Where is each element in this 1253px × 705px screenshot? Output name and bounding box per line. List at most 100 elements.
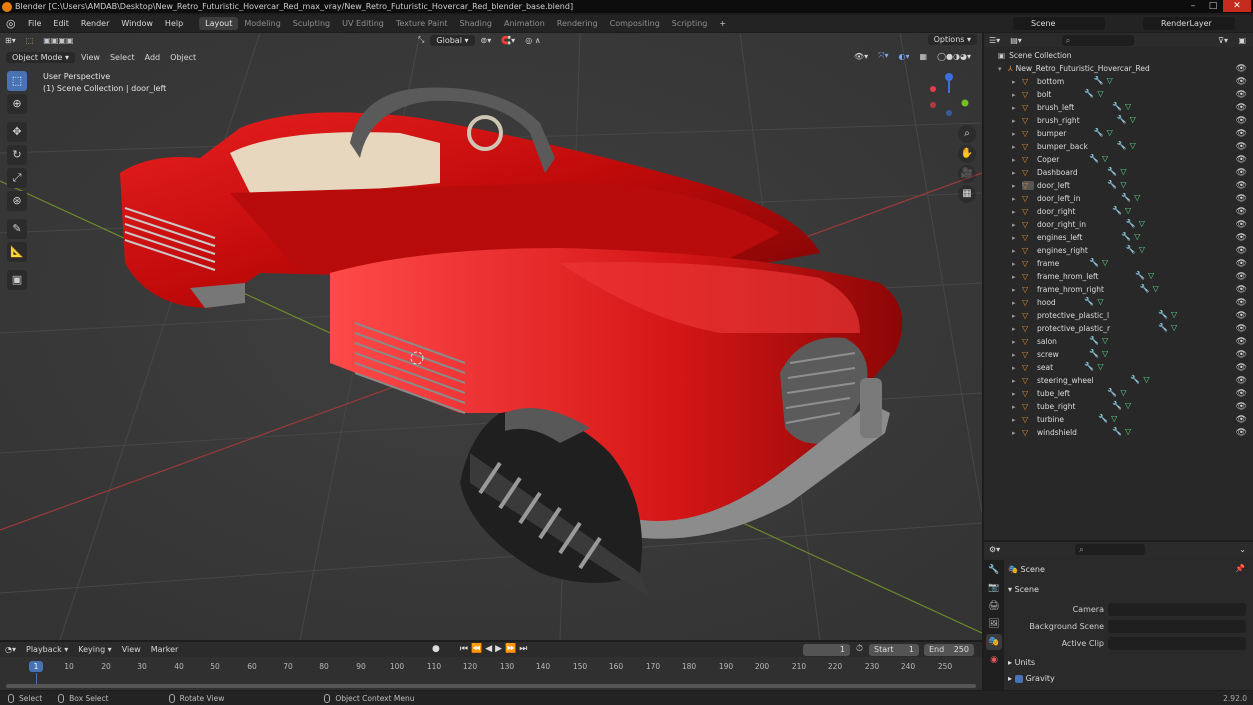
menu-playback[interactable]: Playback ▾	[21, 644, 73, 655]
tab-modeling[interactable]: Modeling	[238, 17, 286, 30]
start-frame-field[interactable]: Start 1	[869, 644, 919, 656]
end-frame-field[interactable]: End 250	[924, 644, 974, 656]
outliner-item-seat[interactable]: ▸ ▽ seat 🔧 ▽ 👁	[1012, 361, 1253, 374]
outliner-item-tube-right[interactable]: ▸ ▽ tube_right 🔧 ▽ 👁	[1012, 400, 1253, 413]
annotate-tool-icon[interactable]: ✎	[7, 219, 27, 239]
outliner-item-windshield[interactable]: ▸ ▽ windshield 🔧 ▽ 👁	[1012, 426, 1253, 439]
properties-search-input[interactable]: ⌕	[1075, 544, 1146, 555]
collection-row[interactable]: ▾ ⅄ New_Retro_Futuristic_Hovercar_Red 👁	[998, 62, 1253, 75]
visibility-eye-icon[interactable]: 👁	[1236, 103, 1247, 113]
next-keyframe-icon[interactable]: ⏩	[505, 644, 516, 654]
menu-view[interactable]: View	[76, 52, 105, 63]
visibility-eye-icon[interactable]: 👁	[1236, 220, 1247, 230]
properties-options-icon[interactable]: ⌄	[1234, 544, 1251, 555]
gravity-checkbox[interactable]	[1014, 674, 1023, 683]
pivot-point-icon[interactable]: ⊚▾	[476, 35, 497, 46]
zoom-icon[interactable]: ⌕	[958, 125, 976, 143]
mode-dropdown[interactable]: Object Mode ▾	[6, 51, 75, 63]
cursor-tool-icon[interactable]: ⊕	[7, 94, 27, 114]
scene-tab-icon[interactable]: 🎭	[986, 634, 1002, 650]
tab-texture-paint[interactable]: Texture Paint	[390, 17, 454, 30]
prev-keyframe-icon[interactable]: ⏪	[471, 644, 482, 654]
move-tool-icon[interactable]: ✥	[7, 122, 27, 142]
tab-shading[interactable]: Shading	[453, 17, 498, 30]
editor-type-icon[interactable]: ⊞▾	[0, 35, 21, 46]
menu-select[interactable]: Select	[105, 52, 140, 63]
scene-selector[interactable]: Scene	[1013, 17, 1105, 30]
pin-icon[interactable]: 📌	[1235, 564, 1245, 573]
jump-end-icon[interactable]: ⏭	[519, 644, 527, 654]
visibility-eye-icon[interactable]: 👁	[1236, 181, 1247, 191]
rotate-tool-icon[interactable]: ↻	[7, 145, 27, 165]
close-button[interactable]: ✕	[1223, 0, 1251, 12]
visibility-eye-icon[interactable]: 👁	[1236, 155, 1247, 165]
visibility-icon[interactable]: 👁▾	[849, 51, 873, 62]
properties-editor-type-icon[interactable]: ⚙▾	[984, 544, 1005, 555]
visibility-eye-icon[interactable]: 👁	[1236, 246, 1247, 256]
outliner-search-input[interactable]: ⌕	[1061, 34, 1134, 46]
outliner-item-turbine[interactable]: ▸ ▽ turbine 🔧 ▽ 👁	[1012, 413, 1253, 426]
3d-viewport[interactable]: ⊞▾ ⬚ ▣▣▣▣ ⤡ Global ▾ ⊚▾ 🧲▾ ◎ ∧ Options ▾…	[0, 33, 982, 640]
transform-tool-icon[interactable]: ⊛	[7, 191, 27, 211]
visibility-eye-icon[interactable]: 👁	[1236, 168, 1247, 178]
outliner-item-door-left-in[interactable]: ▸ ▽ door_left_in 🔧 ▽ 👁	[1012, 192, 1253, 205]
visibility-eye-icon[interactable]: 👁	[1236, 207, 1247, 217]
outliner-item-frame-hrom-left[interactable]: ▸ ▽ frame_hrom_left 🔧 ▽ 👁	[1012, 270, 1253, 283]
visibility-eye-icon[interactable]: 👁	[1236, 259, 1247, 269]
current-frame-field[interactable]: 1	[803, 644, 850, 656]
menu-edit[interactable]: Edit	[47, 19, 75, 28]
camera-view-icon[interactable]: 🎥	[958, 165, 976, 183]
transform-orientation-dropdown[interactable]: Global ▾	[430, 34, 475, 46]
tab-animation[interactable]: Animation	[498, 17, 551, 30]
visibility-eye-icon[interactable]: 👁	[1236, 350, 1247, 360]
menu-marker[interactable]: Marker	[146, 644, 184, 655]
visibility-eye-icon[interactable]: 👁	[1236, 129, 1247, 139]
visibility-eye-icon[interactable]: 👁	[1236, 428, 1247, 438]
clock-icon[interactable]: ⏱	[856, 644, 863, 654]
jump-start-icon[interactable]: ⏮	[460, 644, 468, 654]
tab-sculpting[interactable]: Sculpting	[287, 17, 336, 30]
menu-object[interactable]: Object	[165, 52, 201, 63]
visibility-eye-icon[interactable]: 👁	[1236, 116, 1247, 126]
tab-scripting[interactable]: Scripting	[666, 17, 714, 30]
outliner-item-engines-right[interactable]: ▸ ▽ engines_right 🔧 ▽ 👁	[1012, 244, 1253, 257]
playhead-frame-indicator[interactable]: 1	[29, 661, 43, 672]
timeline-scrollbar[interactable]	[6, 684, 976, 688]
outliner-item-door-right[interactable]: ▸ ▽ door_right 🔧 ▽ 👁	[1012, 205, 1253, 218]
add-cube-tool-icon[interactable]: ▣	[7, 270, 27, 290]
visibility-eye-icon[interactable]: 👁	[1236, 233, 1247, 243]
outliner-item-frame[interactable]: ▸ ▽ frame 🔧 ▽ 👁	[1012, 257, 1253, 270]
visibility-eye-icon[interactable]: 👁	[1236, 298, 1247, 308]
outliner-item-frame-hrom-right[interactable]: ▸ ▽ frame_hrom_right 🔧 ▽ 👁	[1012, 283, 1253, 296]
visibility-eye-icon[interactable]: 👁	[1236, 337, 1247, 347]
selection-mode-buttons[interactable]: ▣▣▣▣	[38, 35, 78, 46]
visibility-eye-icon[interactable]: 👁	[1236, 415, 1247, 425]
visibility-eye-icon[interactable]: 👁	[1236, 311, 1247, 321]
visibility-eye-icon[interactable]: 👁	[1236, 402, 1247, 412]
visibility-eye-icon[interactable]: 👁	[1236, 363, 1247, 373]
proportional-edit-icon[interactable]: ◎ ∧	[520, 35, 545, 46]
outliner-item-coper[interactable]: ▸ ▽ Coper 🔧 ▽ 👁	[1012, 153, 1253, 166]
output-tab-icon[interactable]: 🖨	[986, 598, 1002, 614]
visibility-eye-icon[interactable]: 👁	[1236, 324, 1247, 334]
display-mode-icon[interactable]: ▤▾	[1005, 35, 1027, 46]
background-scene-field[interactable]	[1108, 620, 1246, 633]
overlay-toggle-icon[interactable]: ◐▾	[894, 51, 915, 62]
menu-window[interactable]: Window	[115, 19, 159, 28]
visibility-eye-icon[interactable]: 👁	[1236, 142, 1247, 152]
tab-compositing[interactable]: Compositing	[604, 17, 666, 30]
render-layer-selector[interactable]: RenderLayer	[1143, 17, 1235, 30]
timeline-editor-type-icon[interactable]: ◔▾	[0, 644, 21, 655]
menu-timeline-view[interactable]: View	[117, 644, 146, 655]
visibility-eye-icon[interactable]: 👁	[1236, 90, 1247, 100]
render-tab-icon[interactable]: 📷	[986, 580, 1002, 596]
select-box-tool-icon[interactable]: ⬚	[7, 71, 27, 91]
outliner-editor-type-icon[interactable]: ☰▾	[984, 35, 1005, 46]
tab-layout[interactable]: Layout	[199, 17, 239, 30]
world-tab-icon[interactable]: ◉	[986, 652, 1002, 668]
outliner-item-bumper-back[interactable]: ▸ ▽ bumper_back 🔧 ▽ 👁	[1012, 140, 1253, 153]
menu-file[interactable]: File	[22, 19, 47, 28]
visibility-eye-icon[interactable]: 👁	[1236, 194, 1247, 204]
tool-tab-icon[interactable]: 🔧	[986, 562, 1002, 578]
units-panel-header[interactable]: ▸ Units	[1008, 658, 1035, 667]
